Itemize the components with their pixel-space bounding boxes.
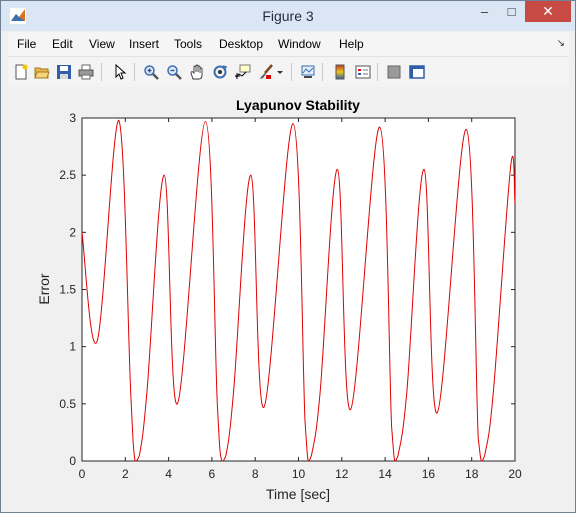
title-bar[interactable]: Figure 3 – □ ✕ (1, 1, 575, 31)
save-icon[interactable] (54, 62, 74, 82)
figure-toolbar (8, 56, 569, 88)
rotate-3d-icon[interactable] (210, 62, 230, 82)
menu-bar: File Edit View Insert Tools Desktop Wind… (8, 32, 569, 56)
y-tick-label: 2.5 (59, 168, 76, 182)
x-tick-label: 0 (79, 467, 86, 481)
brush-dropdown-icon[interactable] (275, 62, 285, 82)
x-tick-label: 14 (378, 467, 392, 481)
x-tick-label: 4 (165, 467, 172, 481)
menu-file[interactable]: File (17, 37, 36, 51)
x-tick-label: 18 (465, 467, 479, 481)
toolbar-separator (291, 63, 292, 81)
y-tick-label: 1 (69, 340, 76, 354)
close-button[interactable]: ✕ (525, 1, 571, 22)
x-axis-label: Time [sec] (266, 486, 330, 502)
x-tick-label: 20 (508, 467, 522, 481)
y-tick-label: 3 (69, 111, 76, 125)
toolbar-separator (134, 63, 135, 81)
x-tick-label: 2 (122, 467, 129, 481)
y-tick-label: 1.5 (59, 283, 76, 297)
x-tick-label: 6 (209, 467, 216, 481)
show-plot-tools-icon[interactable] (407, 62, 427, 82)
y-tick-label: 2 (69, 225, 76, 239)
minimize-button[interactable]: – (471, 1, 498, 22)
x-tick-label: 10 (292, 467, 306, 481)
hide-plot-tools-icon[interactable] (384, 62, 404, 82)
menu-view[interactable]: View (89, 37, 115, 51)
toolbar-separator (322, 63, 323, 81)
link-plot-icon[interactable] (298, 62, 318, 82)
x-tick-label: 8 (252, 467, 259, 481)
print-icon[interactable] (76, 62, 96, 82)
toolbar-separator (377, 63, 378, 81)
data-cursor-icon[interactable] (233, 62, 253, 82)
insert-colorbar-icon[interactable] (330, 62, 350, 82)
menu-help[interactable]: Help (339, 37, 364, 51)
menu-insert[interactable]: Insert (129, 37, 159, 51)
brush-icon[interactable] (256, 62, 276, 82)
menu-desktop[interactable]: Desktop (219, 37, 263, 51)
insert-legend-icon[interactable] (353, 62, 373, 82)
toolbar-separator (101, 63, 102, 81)
y-axis-label: Error (36, 273, 52, 304)
figure-window: Figure 3 – □ ✕ File Edit View Insert Too… (0, 0, 576, 513)
maximize-button[interactable]: □ (498, 1, 525, 22)
y-tick-label: 0.5 (59, 397, 76, 411)
menu-window[interactable]: Window (278, 37, 321, 51)
y-tick-label: 0 (69, 454, 76, 468)
chart-title: Lyapunov Stability (236, 97, 360, 113)
pan-hand-icon[interactable] (187, 62, 207, 82)
new-figure-icon[interactable] (11, 62, 31, 82)
plot-svg[interactable]: Lyapunov Stability 0 2 4 6 8 10 12 14 16 18 2000.5… (8, 87, 569, 506)
x-tick-label: 16 (422, 467, 436, 481)
menu-tools[interactable]: Tools (174, 37, 202, 51)
menu-edit[interactable]: Edit (52, 37, 73, 51)
zoom-out-icon[interactable] (164, 62, 184, 82)
zoom-in-icon[interactable] (141, 62, 161, 82)
x-tick-label: 12 (335, 467, 349, 481)
figure-canvas: Lyapunov Stability 0 2 4 6 8 10 12 14 16 18 20 0 0.5… (8, 87, 569, 506)
edit-plot-arrow-icon[interactable] (110, 62, 130, 82)
dock-arrow-icon[interactable]: ↘ (557, 38, 565, 49)
open-file-icon[interactable] (32, 62, 52, 82)
